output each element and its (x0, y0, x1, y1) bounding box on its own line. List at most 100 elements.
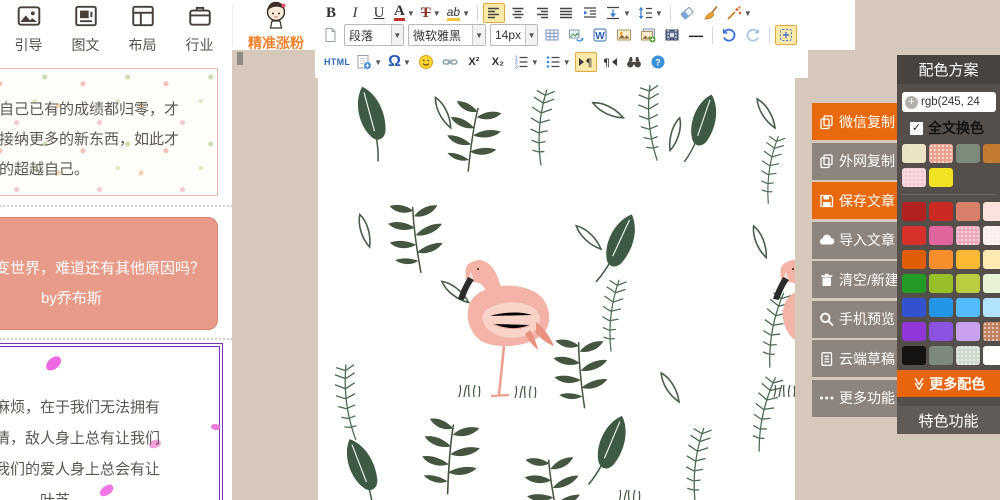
highlight-pen-button[interactable]: ab▼ (445, 3, 472, 23)
align-right-button[interactable] (531, 3, 553, 23)
color-swatch[interactable] (956, 202, 980, 221)
bold-button[interactable]: B (320, 3, 342, 23)
color-swatch[interactable] (983, 298, 1000, 317)
align-justify-button[interactable] (555, 3, 577, 23)
color-swatch[interactable] (956, 250, 980, 269)
superscript-button[interactable]: X² (463, 52, 485, 72)
color-swatch[interactable] (902, 346, 926, 365)
undo-button[interactable] (718, 25, 740, 45)
cloud-draft-button[interactable]: 云端草稿 (812, 340, 898, 377)
color-swatch[interactable] (902, 202, 926, 221)
image-gallery-button[interactable] (637, 25, 659, 45)
text-ltr-button[interactable]: ¶ (575, 52, 597, 72)
remote-image-button[interactable] (565, 25, 587, 45)
insert-table-button[interactable] (541, 25, 563, 45)
line-height-button[interactable]: ▼ (635, 3, 665, 23)
color-swatch[interactable] (929, 144, 953, 163)
emoticon-button[interactable] (415, 52, 437, 72)
page-template-button[interactable]: ▼ (354, 52, 384, 72)
find-replace-button[interactable] (623, 52, 645, 72)
color-swatch[interactable] (983, 226, 1000, 245)
italic-button[interactable]: I (344, 3, 366, 23)
color-swatch[interactable] (929, 346, 953, 365)
clear-new-button[interactable]: 清空/新建 (812, 261, 898, 298)
horizontal-rule-button[interactable]: — (685, 25, 707, 45)
indent-button[interactable] (579, 3, 601, 23)
format-brush-button[interactable] (700, 3, 722, 23)
color-swatch[interactable] (902, 144, 926, 163)
word-import-button[interactable]: W (589, 25, 611, 45)
quote-card-purple[interactable]: 麻烦，在于我们无法拥有情，敌人身上总有让我们我们的爱人身上总会有让。——叶芝 (0, 343, 223, 500)
paragraph-select[interactable]: 段落▼ (344, 24, 404, 46)
color-swatch[interactable] (902, 298, 926, 317)
import-article-button[interactable]: 导入文章 (812, 222, 898, 259)
mobile-preview-button[interactable]: 手机预览 (812, 301, 898, 338)
magic-wand-button[interactable]: ▼ (724, 3, 754, 23)
fan-growth-button[interactable]: 精准涨粉 (238, 0, 314, 50)
color-swatch[interactable] (929, 298, 953, 317)
color-swatch[interactable] (956, 346, 980, 365)
font-family-select[interactable]: 微软雅黑▼ (408, 24, 486, 46)
underline-button[interactable]: U (368, 3, 390, 23)
html-source-button[interactable]: HTML (322, 52, 352, 72)
insert-image-button[interactable] (613, 25, 635, 45)
paragraph-spacing-button[interactable]: ▼ (603, 3, 633, 23)
color-swatch[interactable] (902, 322, 926, 341)
sidebar-scrollbar-thumb[interactable] (237, 52, 243, 65)
color-swatch[interactable] (956, 274, 980, 293)
quote-card-salmon[interactable]: 变世界，难道还有其他原因吗？by乔布斯 (0, 217, 218, 330)
add-color-icon[interactable]: + (905, 96, 918, 109)
color-swatch[interactable] (902, 274, 926, 293)
color-swatch[interactable] (956, 298, 980, 317)
extranet-copy-button[interactable]: 外网复制 (812, 143, 898, 180)
color-swatch[interactable] (983, 274, 1000, 293)
color-swatch[interactable] (956, 226, 980, 245)
color-swatch[interactable] (902, 226, 926, 245)
color-swatch[interactable] (983, 250, 1000, 269)
unordered-list-button[interactable]: ▼ (543, 52, 573, 72)
color-swatch[interactable] (929, 168, 953, 187)
feature-functions-bar[interactable]: 特色功能 (897, 406, 1000, 434)
editor-canvas[interactable] (318, 78, 795, 500)
color-swatch[interactable] (956, 322, 980, 341)
align-left-button[interactable] (483, 3, 505, 23)
more-colors-button[interactable]: ≫ 更多配色 (897, 370, 1000, 397)
font-color-button[interactable]: A▼ (392, 3, 417, 23)
color-swatch[interactable] (929, 322, 953, 341)
color-swatch[interactable] (983, 346, 1000, 365)
font-size-select[interactable]: 14px▼ (490, 24, 538, 46)
redo-button[interactable] (742, 25, 764, 45)
color-swatch[interactable] (956, 144, 980, 163)
wechat-copy-button[interactable]: 微信复制 (812, 103, 898, 140)
change-all-row[interactable]: ✓ 全文换色 (909, 118, 1000, 138)
help-button[interactable]: ? (647, 52, 669, 72)
strikethrough-button[interactable]: T▼ (419, 3, 443, 23)
color-swatch[interactable] (902, 250, 926, 269)
format-eraser-button[interactable] (676, 3, 698, 23)
color-swatch[interactable] (929, 274, 953, 293)
color-swatch[interactable] (929, 226, 953, 245)
insert-section-button[interactable] (775, 25, 797, 45)
color-swatch[interactable] (983, 202, 1000, 221)
hyperlink-button[interactable] (439, 52, 461, 72)
align-center-button[interactable] (507, 3, 529, 23)
text-rtl-button[interactable]: ¶ (599, 52, 621, 72)
color-swatch[interactable] (983, 144, 1000, 163)
color-swatch[interactable] (929, 250, 953, 269)
color-value-input[interactable]: + rgb(245, 24 (902, 92, 996, 112)
quote-card-flowers[interactable]: 自己已有的成绩都归零，才接纳更多的新东西，如此才的超越自己。 (0, 68, 218, 196)
ordered-list-button[interactable]: 123▼ (511, 52, 541, 72)
color-swatch[interactable] (929, 202, 953, 221)
nav-item-industry[interactable]: 行业 (171, 0, 228, 50)
insert-video-button[interactable] (661, 25, 683, 45)
new-page-button[interactable] (319, 25, 341, 45)
color-swatch[interactable] (983, 322, 1000, 341)
nav-item-image-text[interactable]: 图文 (57, 0, 114, 50)
color-swatch[interactable] (902, 168, 926, 187)
subscript-button[interactable]: X₂ (487, 52, 509, 72)
more-functions-button[interactable]: 更多功能 (812, 380, 898, 417)
nav-item-guide[interactable]: 引导 (0, 0, 57, 50)
nav-item-layout[interactable]: 布局 (114, 0, 171, 50)
special-char-button[interactable]: Ω▼ (386, 52, 413, 72)
change-all-checkbox[interactable]: ✓ (909, 121, 924, 136)
